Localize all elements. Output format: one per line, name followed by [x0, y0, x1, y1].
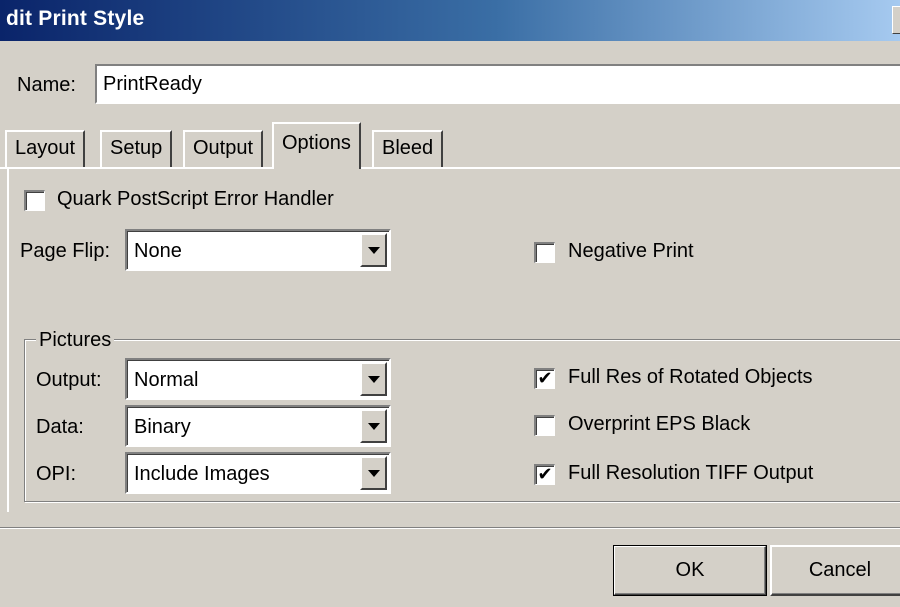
pictures-opi-value: Include Images: [134, 463, 270, 485]
tab-output[interactable]: Output: [183, 130, 264, 167]
bottom-divider: [0, 527, 900, 529]
window-title: dit Print Style: [6, 7, 145, 30]
tab-bleed[interactable]: Bleed: [372, 130, 444, 167]
chevron-down-icon: [368, 247, 380, 254]
pictures-output-value: Normal: [134, 369, 199, 391]
error-handler-label: Quark PostScript Error Handler: [57, 188, 334, 210]
tab-setup[interactable]: Setup: [100, 130, 173, 167]
negative-print-label: Negative Print: [568, 240, 694, 262]
pictures-opi-label: OPI:: [36, 463, 77, 485]
tab-options[interactable]: Options: [272, 122, 361, 169]
tab-panel-border: [0, 167, 900, 169]
error-handler-checkbox[interactable]: [24, 190, 45, 211]
page-flip-dropdown-button[interactable]: [360, 233, 387, 267]
pictures-output-dropdown-button[interactable]: [360, 362, 387, 396]
pictures-opi-dropdown-button[interactable]: [360, 456, 387, 490]
name-label: Name:: [17, 74, 76, 96]
full-res-rotated-checkbox[interactable]: ✔: [534, 368, 555, 389]
tab-setup-label: Setup: [110, 137, 163, 159]
pictures-output-select[interactable]: Normal: [125, 358, 391, 400]
full-res-tiff-label: Full Resolution TIFF Output: [568, 462, 814, 484]
negative-print-checkbox[interactable]: [534, 242, 555, 263]
page-flip-select[interactable]: None: [125, 229, 391, 271]
ok-button[interactable]: OK: [613, 545, 767, 596]
pictures-data-select[interactable]: Binary: [125, 405, 391, 447]
tab-layout[interactable]: Layout: [5, 130, 86, 167]
tab-output-label: Output: [193, 137, 254, 159]
chevron-down-icon: [368, 423, 380, 430]
tab-options-label: Options: [282, 132, 351, 154]
pictures-data-value: Binary: [134, 416, 191, 438]
page-flip-label: Page Flip:: [20, 240, 111, 262]
overprint-eps-checkbox[interactable]: [534, 415, 555, 436]
tab-layout-label: Layout: [15, 137, 76, 159]
name-field[interactable]: [95, 64, 900, 104]
pictures-data-label: Data:: [36, 416, 84, 438]
cancel-button[interactable]: Cancel: [770, 545, 900, 596]
pictures-legend: Pictures: [36, 329, 115, 352]
full-res-tiff-checkbox[interactable]: ✔: [534, 464, 555, 485]
pictures-output-label: Output:: [36, 369, 102, 391]
tab-bleed-label: Bleed: [382, 137, 434, 159]
page-flip-value: None: [134, 240, 182, 262]
pictures-opi-select[interactable]: Include Images: [125, 452, 391, 494]
tab-panel-left-edge: [7, 167, 9, 512]
title-bar-button[interactable]: [892, 6, 900, 34]
chevron-down-icon: [368, 470, 380, 477]
full-res-rotated-label: Full Res of Rotated Objects: [568, 366, 813, 388]
pictures-data-dropdown-button[interactable]: [360, 409, 387, 443]
overprint-eps-label: Overprint EPS Black: [568, 413, 751, 435]
chevron-down-icon: [368, 376, 380, 383]
